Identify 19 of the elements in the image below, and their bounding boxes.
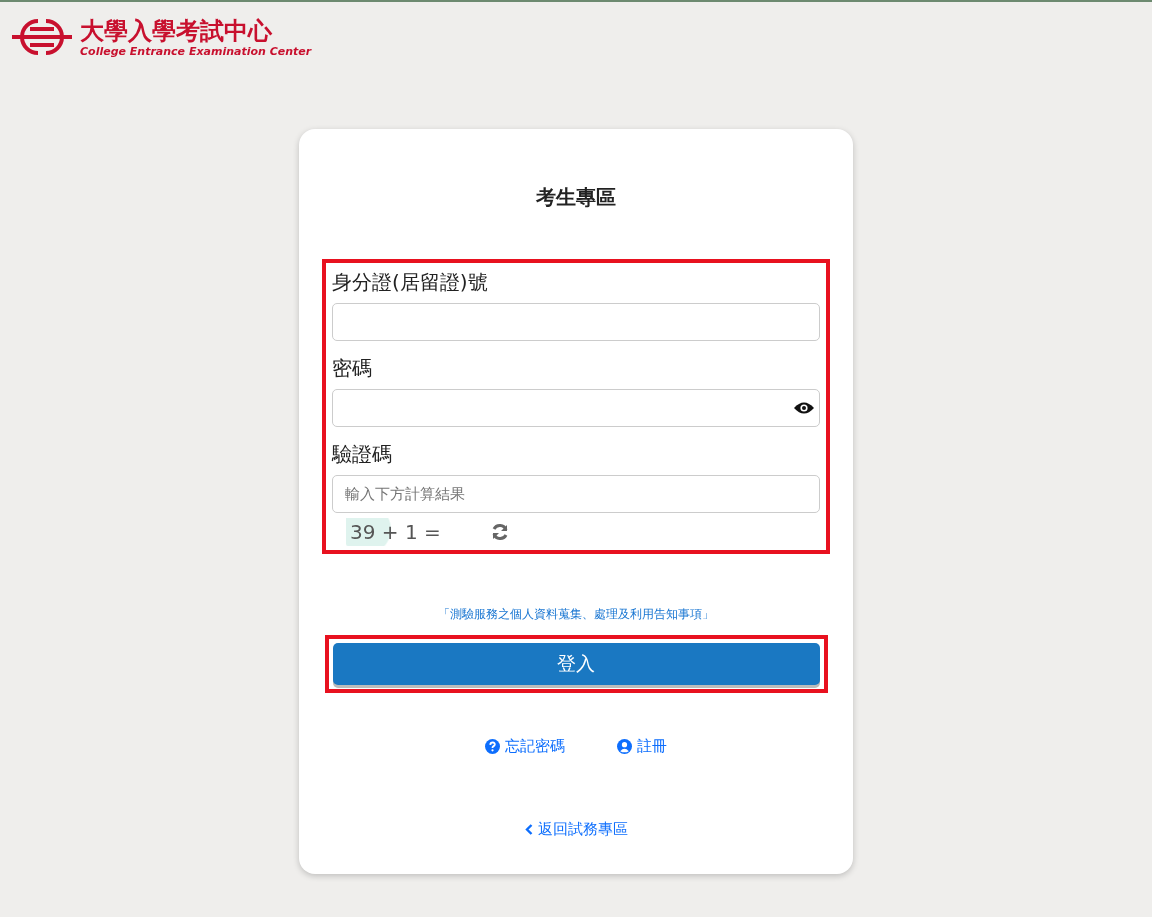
help-icon: [485, 739, 500, 754]
chevron-left-icon: [524, 824, 533, 835]
id-number-field[interactable]: [332, 303, 820, 341]
login-button[interactable]: 登入: [332, 643, 820, 685]
logo-subtitle: College Entrance Examination Center: [80, 44, 312, 58]
account-link[interactable]: 忘記密碼: [485, 737, 565, 756]
privacy-notice-link[interactable]: 「測驗服務之個人資料蒐集、處理及利用告知事項」: [438, 606, 714, 623]
password-field[interactable]: [332, 389, 820, 427]
field-label: 身分證(居留證)號: [332, 269, 489, 296]
card-title: 考生專區: [536, 184, 616, 211]
field-label: 驗證碼: [332, 441, 393, 468]
user-icon: [617, 739, 632, 754]
back-link[interactable]: 返回試務專區: [524, 820, 628, 839]
refresh-icon[interactable]: [490, 523, 509, 541]
logo-title: 大學入學考試中心: [80, 16, 273, 45]
field-label: 密碼: [332, 355, 373, 382]
captcha-field[interactable]: 輸入下方計算結果: [332, 475, 820, 513]
account-link[interactable]: 註冊: [617, 737, 667, 756]
eye-icon[interactable]: [793, 401, 815, 415]
